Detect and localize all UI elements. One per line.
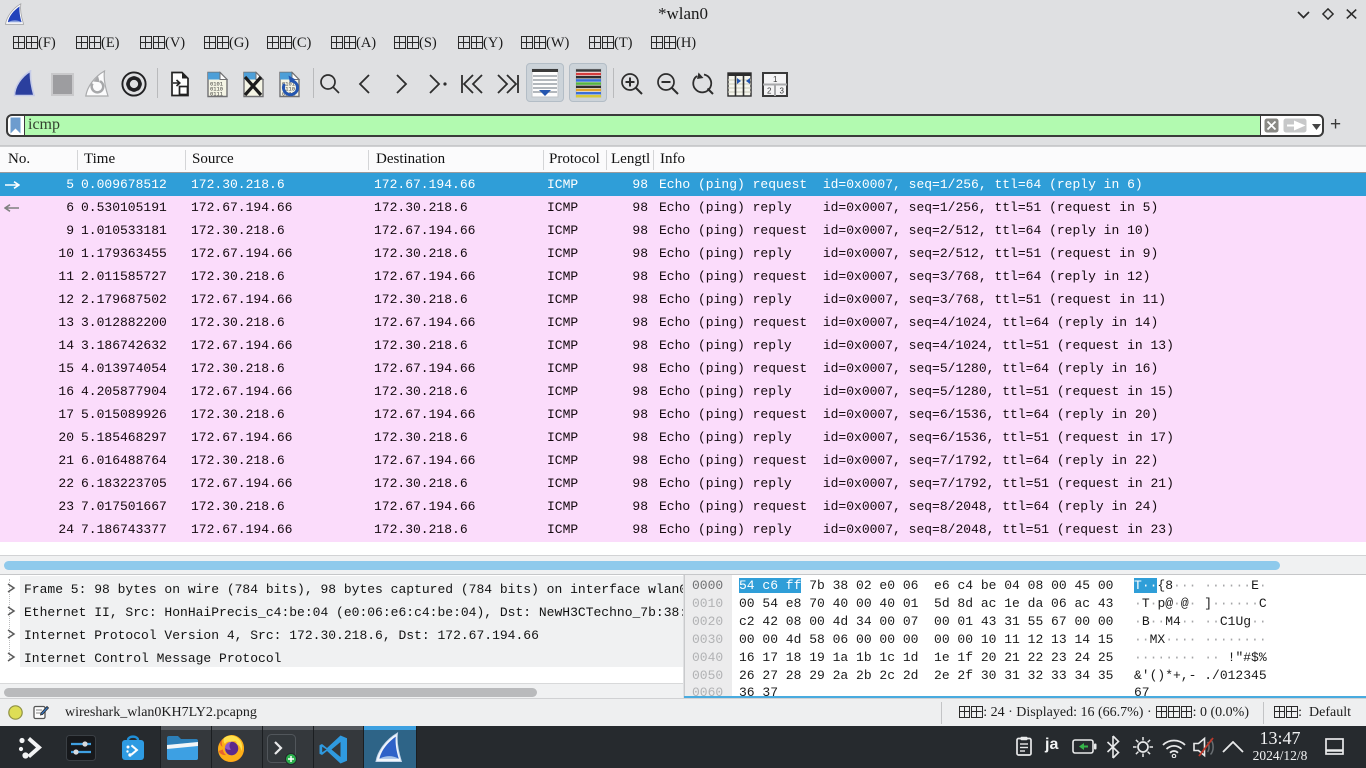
svg-text:1: 1 bbox=[773, 75, 778, 84]
svg-text:2: 2 bbox=[767, 87, 772, 96]
svg-text:3: 3 bbox=[780, 87, 785, 96]
svg-text:0111: 0111 bbox=[210, 92, 223, 98]
